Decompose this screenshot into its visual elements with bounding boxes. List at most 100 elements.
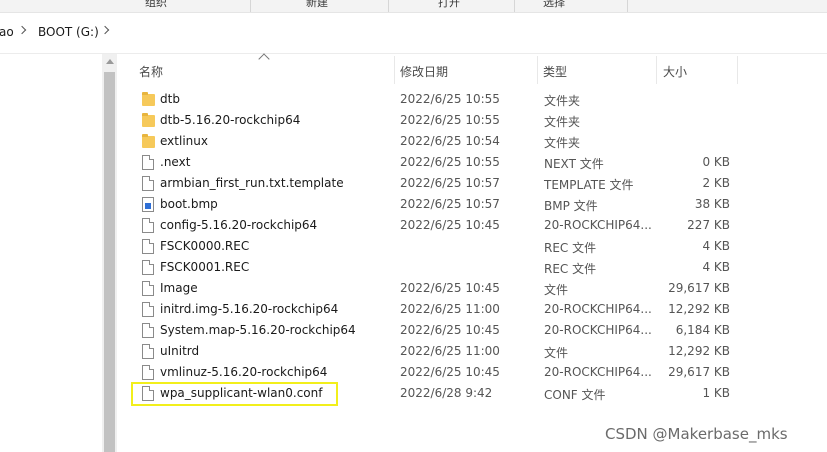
highlight-box xyxy=(131,382,338,406)
column-divider[interactable] xyxy=(737,56,738,84)
file-type: 文件夹 xyxy=(544,94,581,108)
file-icon xyxy=(142,155,154,170)
file-row[interactable]: initrd.img-5.16.20-rockchip64 2022/6/25 1… xyxy=(135,299,735,320)
scrollbar-thumb[interactable] xyxy=(104,72,115,452)
file-name: extlinux xyxy=(160,134,208,148)
file-type: REC 文件 xyxy=(544,241,597,255)
file-type: 20-ROCKCHIP64... xyxy=(544,218,652,232)
file-size: 12,292 KB xyxy=(668,344,730,358)
file-size: 1 KB xyxy=(702,386,730,400)
file-name: Image xyxy=(160,281,198,295)
ribbon-divider xyxy=(514,0,515,12)
file-row[interactable]: FSCK0000.REC REC 文件 4 KB xyxy=(135,236,735,257)
file-icon xyxy=(142,260,154,275)
file-modified-date: 2022/6/28 9:42 xyxy=(400,386,493,400)
column-header-name[interactable]: 名称 xyxy=(139,54,394,84)
file-modified-date: 2022/6/25 10:55 xyxy=(400,92,500,106)
bitmap-icon xyxy=(142,197,154,212)
file-name: initrd.img-5.16.20-rockchip64 xyxy=(160,302,339,316)
ribbon-group-select[interactable]: 选择 xyxy=(543,0,565,10)
file-row[interactable]: System.map-5.16.20-rockchip64 2022/6/25 1… xyxy=(135,320,735,341)
file-modified-date: 2022/6/25 10:45 xyxy=(400,323,500,337)
file-name: FSCK0001.REC xyxy=(160,260,250,274)
file-modified-date: 2022/6/25 11:00 xyxy=(400,344,500,358)
column-header-date[interactable]: 修改日期 xyxy=(400,54,536,84)
breadcrumb-item-parent[interactable]: ao xyxy=(0,25,14,39)
ribbon-group-organize[interactable]: 组织 xyxy=(145,0,167,10)
file-icon xyxy=(142,344,154,359)
column-header-type-label: 类型 xyxy=(543,65,568,79)
watermark: CSDN @Makerbase_mks xyxy=(605,425,788,443)
column-header-type[interactable]: 类型 xyxy=(543,54,655,84)
breadcrumb-item-boot-drive[interactable]: BOOT (G:) xyxy=(38,25,99,39)
file-row[interactable]: dtb-5.16.20-rockchip64 2022/6/25 10:55 文件夹 xyxy=(135,110,735,131)
file-type: REC 文件 xyxy=(544,262,597,276)
file-icon xyxy=(142,281,154,296)
file-name: armbian_first_run.txt.template xyxy=(160,176,344,190)
file-size: 29,617 KB xyxy=(668,365,730,379)
file-type: BMP 文件 xyxy=(544,199,598,213)
file-type: NEXT 文件 xyxy=(544,157,604,171)
column-divider[interactable] xyxy=(537,56,538,84)
file-row[interactable]: boot.bmp 2022/6/25 10:57 BMP 文件 38 KB xyxy=(135,194,735,215)
file-row[interactable]: extlinux 2022/6/25 10:54 文件夹 xyxy=(135,131,735,152)
file-modified-date: 2022/6/25 10:45 xyxy=(400,281,500,295)
file-modified-date: 2022/6/25 10:45 xyxy=(400,365,500,379)
file-name: .next xyxy=(160,155,191,169)
file-modified-date: 2022/6/25 10:57 xyxy=(400,176,500,190)
folder-icon xyxy=(142,113,155,127)
file-modified-date: 2022/6/25 10:45 xyxy=(400,218,500,232)
file-row[interactable]: dtb 2022/6/25 10:55 文件夹 xyxy=(135,89,735,110)
file-icon xyxy=(142,218,154,233)
file-name: boot.bmp xyxy=(160,197,218,211)
ribbon-divider xyxy=(250,0,251,12)
file-name: System.map-5.16.20-rockchip64 xyxy=(160,323,356,337)
file-row[interactable]: .next 2022/6/25 10:55 NEXT 文件 0 KB xyxy=(135,152,735,173)
file-name: FSCK0000.REC xyxy=(160,239,250,253)
file-icon xyxy=(142,323,154,338)
ribbon-divider xyxy=(388,0,389,12)
column-header-name-label: 名称 xyxy=(139,65,164,79)
file-size: 6,184 KB xyxy=(675,323,730,337)
file-type: 文件夹 xyxy=(544,115,581,129)
file-size: 2 KB xyxy=(702,176,730,190)
file-size: 227 KB xyxy=(687,218,730,232)
folder-icon xyxy=(142,92,155,106)
file-size: 4 KB xyxy=(702,239,730,253)
file-type: CONF 文件 xyxy=(544,388,606,402)
file-name: uInitrd xyxy=(160,344,200,358)
file-size: 4 KB xyxy=(702,260,730,274)
file-row[interactable]: Image 2022/6/25 10:45 文件 29,617 KB xyxy=(135,278,735,299)
folder-icon xyxy=(142,134,155,148)
ribbon-divider xyxy=(627,0,628,12)
file-type: 文件 xyxy=(544,346,569,360)
chevron-right-icon[interactable] xyxy=(17,25,27,35)
file-modified-date: 2022/6/25 10:54 xyxy=(400,134,500,148)
column-header-size[interactable]: 大小 xyxy=(663,54,735,84)
chevron-right-icon[interactable] xyxy=(100,25,110,35)
file-row[interactable]: uInitrd 2022/6/25 11:00 文件 12,292 KB xyxy=(135,341,735,362)
file-modified-date: 2022/6/25 10:55 xyxy=(400,155,500,169)
file-modified-date: 2022/6/25 10:57 xyxy=(400,197,500,211)
file-icon xyxy=(142,302,154,317)
file-size: 12,292 KB xyxy=(668,302,730,316)
column-divider[interactable] xyxy=(394,56,395,84)
file-row[interactable]: config-5.16.20-rockchip64 2022/6/25 10:45… xyxy=(135,215,735,236)
file-size: 0 KB xyxy=(702,155,730,169)
navigation-pane-scrollbar[interactable] xyxy=(102,54,117,452)
file-row[interactable]: vmlinuz-5.16.20-rockchip64 2022/6/25 10:4… xyxy=(135,362,735,383)
file-name: vmlinuz-5.16.20-rockchip64 xyxy=(160,365,328,379)
ribbon-group-open[interactable]: 打开 xyxy=(438,0,460,10)
navigation-pane xyxy=(0,54,100,452)
column-divider[interactable] xyxy=(656,56,657,84)
file-type: 20-ROCKCHIP64... xyxy=(544,323,652,337)
file-row[interactable]: armbian_first_run.txt.template 2022/6/25 … xyxy=(135,173,735,194)
file-icon xyxy=(142,176,154,191)
file-modified-date: 2022/6/25 10:55 xyxy=(400,113,500,127)
file-name: dtb xyxy=(160,92,180,106)
file-type: 20-ROCKCHIP64... xyxy=(544,302,652,316)
ribbon-group-new[interactable]: 新建 xyxy=(306,0,328,10)
scroll-up-arrow-icon[interactable] xyxy=(106,59,114,64)
file-type: 20-ROCKCHIP64... xyxy=(544,365,652,379)
file-row[interactable]: FSCK0001.REC REC 文件 4 KB xyxy=(135,257,735,278)
